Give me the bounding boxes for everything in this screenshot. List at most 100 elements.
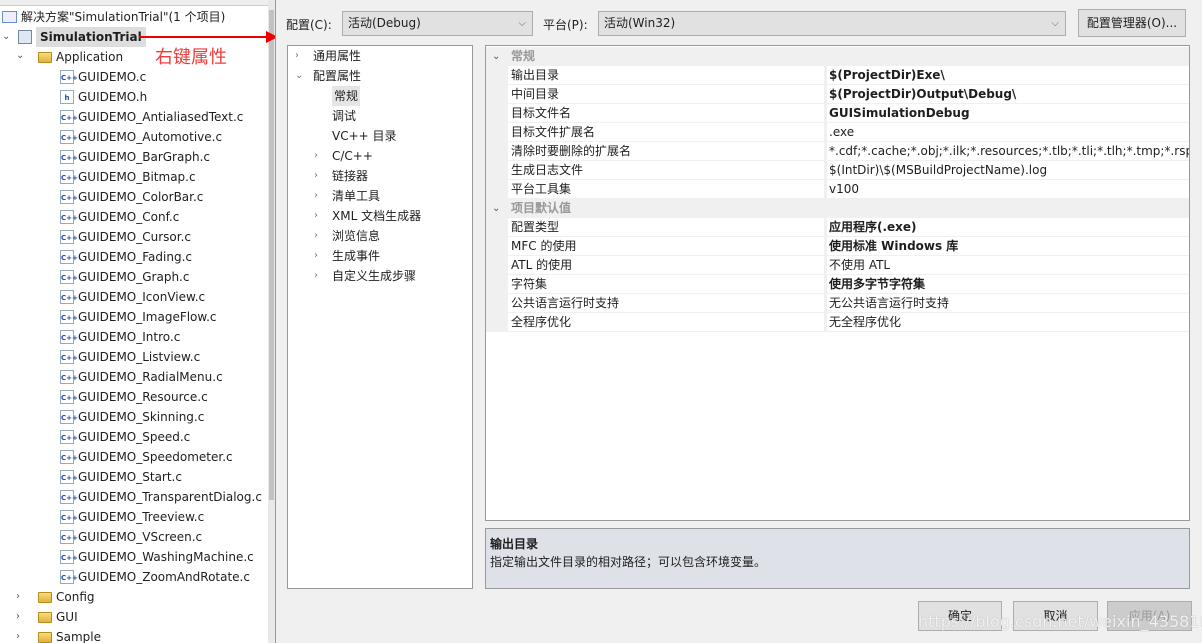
chevron-right-icon[interactable]: › bbox=[16, 591, 20, 602]
chevron-right-icon[interactable]: › bbox=[295, 46, 299, 66]
tree-item[interactable]: VC++ 目录 bbox=[332, 126, 397, 146]
tree-item[interactable]: › 自定义生成步骤 bbox=[314, 266, 416, 286]
property-value[interactable]: 使用标准 Windows 库 bbox=[827, 237, 1189, 255]
folder-application[interactable]: Application bbox=[38, 47, 123, 67]
tree-item[interactable]: › C/C++ bbox=[314, 146, 373, 166]
chevron-right-icon[interactable]: › bbox=[16, 611, 20, 622]
file-item[interactable]: C++ GUIDEMO_Cursor.c bbox=[60, 227, 191, 247]
property-value[interactable]: $(ProjectDir)Output\Debug\ bbox=[827, 85, 1189, 103]
chevron-right-icon[interactable]: › bbox=[314, 206, 318, 226]
tree-item-label: 配置属性 bbox=[313, 69, 362, 83]
property-name: 配置类型 bbox=[508, 218, 824, 236]
file-item[interactable]: C++ GUIDEMO_WashingMachine.c bbox=[60, 547, 254, 567]
property-row[interactable]: 平台工具集 v100 bbox=[486, 180, 1189, 199]
file-item[interactable]: C++ GUIDEMO_AntialiasedText.c bbox=[60, 107, 243, 127]
cpp-file-icon: C++ bbox=[60, 250, 78, 264]
property-row[interactable]: 字符集 使用多字节字符集 bbox=[486, 275, 1189, 294]
file-item[interactable]: C++ GUIDEMO_BarGraph.c bbox=[60, 147, 210, 167]
file-item[interactable]: C++ GUIDEMO_Listview.c bbox=[60, 347, 200, 367]
property-value[interactable]: $(IntDir)\$(MSBuildProjectName).log bbox=[827, 161, 1189, 179]
file-item[interactable]: C++ GUIDEMO_Automotive.c bbox=[60, 127, 222, 147]
file-item[interactable]: C++ GUIDEMO_ImageFlow.c bbox=[60, 307, 217, 327]
property-name: MFC 的使用 bbox=[508, 237, 824, 255]
property-row[interactable]: 输出目录 $(ProjectDir)Exe\ bbox=[486, 66, 1189, 85]
file-item[interactable]: C++ GUIDEMO.c bbox=[60, 67, 146, 87]
property-value[interactable]: 使用多字节字符集 bbox=[827, 275, 1189, 293]
config-select[interactable]: 活动(Debug) ⌵ bbox=[342, 11, 533, 36]
solution-node[interactable]: 解决方案"SimulationTrial"(1 个项目) bbox=[2, 7, 225, 27]
property-row[interactable]: ATL 的使用 不使用 ATL bbox=[486, 256, 1189, 275]
property-row[interactable]: 目标文件扩展名 .exe bbox=[486, 123, 1189, 142]
vertical-scrollbar[interactable] bbox=[268, 0, 275, 643]
file-item[interactable]: C++ GUIDEMO_RadialMenu.c bbox=[60, 367, 223, 387]
chevron-down-icon[interactable]: ⌄ bbox=[492, 199, 500, 218]
property-value[interactable]: *.cdf;*.cache;*.obj;*.ilk;*.resources;*.… bbox=[827, 142, 1189, 160]
property-value[interactable]: GUISimulationDebug bbox=[827, 104, 1189, 122]
file-item[interactable]: C++ GUIDEMO_Bitmap.c bbox=[60, 167, 196, 187]
chevron-right-icon[interactable]: › bbox=[314, 186, 318, 206]
tree-item[interactable]: ⌄ 配置属性 bbox=[295, 66, 362, 86]
folder-item[interactable]: Sample bbox=[38, 627, 101, 643]
file-item[interactable]: h GUIDEMO.h bbox=[60, 87, 147, 107]
property-row[interactable]: 中间目录 $(ProjectDir)Output\Debug\ bbox=[486, 85, 1189, 104]
chevron-right-icon[interactable]: › bbox=[16, 631, 20, 642]
file-item[interactable]: C++ GUIDEMO_Graph.c bbox=[60, 267, 189, 287]
property-row[interactable]: 目标文件名 GUISimulationDebug bbox=[486, 104, 1189, 123]
file-item[interactable]: C++ GUIDEMO_Fading.c bbox=[60, 247, 192, 267]
file-item[interactable]: C++ GUIDEMO_Resource.c bbox=[60, 387, 208, 407]
cpp-file-icon: C++ bbox=[60, 430, 78, 444]
category-row[interactable]: ⌄ 项目默认值 bbox=[486, 199, 1189, 218]
property-value[interactable]: $(ProjectDir)Exe\ bbox=[827, 66, 1189, 84]
property-row[interactable]: 全程序优化 无全程序优化 bbox=[486, 313, 1189, 332]
property-row[interactable]: 清除时要删除的扩展名 *.cdf;*.cache;*.obj;*.ilk;*.re… bbox=[486, 142, 1189, 161]
property-row[interactable]: 公共语言运行时支持 无公共语言运行时支持 bbox=[486, 294, 1189, 313]
folder-item[interactable]: GUI bbox=[38, 607, 78, 627]
tree-item[interactable]: › 通用属性 bbox=[295, 46, 361, 66]
property-row[interactable]: 生成日志文件 $(IntDir)\$(MSBuildProjectName).lo… bbox=[486, 161, 1189, 180]
file-item[interactable]: C++ GUIDEMO_ZoomAndRotate.c bbox=[60, 567, 250, 587]
chevron-down-icon[interactable]: ⌄ bbox=[2, 31, 10, 42]
file-item[interactable]: C++ GUIDEMO_Treeview.c bbox=[60, 507, 204, 527]
file-item[interactable]: C++ GUIDEMO_Speedometer.c bbox=[60, 447, 233, 467]
chevron-right-icon[interactable]: › bbox=[314, 266, 318, 286]
tree-item-label: 浏览信息 bbox=[332, 229, 381, 243]
tree-item[interactable]: › 生成事件 bbox=[314, 246, 380, 266]
chevron-right-icon[interactable]: › bbox=[314, 226, 318, 246]
config-manager-button[interactable]: 配置管理器(O)... bbox=[1078, 9, 1186, 37]
file-item[interactable]: C++ GUIDEMO_VScreen.c bbox=[60, 527, 202, 547]
property-value[interactable]: 应用程序(.exe) bbox=[827, 218, 1189, 236]
tree-item[interactable]: › 浏览信息 bbox=[314, 226, 381, 246]
property-value[interactable]: 无全程序优化 bbox=[827, 313, 1189, 331]
scrollbar-thumb[interactable] bbox=[269, 10, 274, 500]
file-item[interactable]: C++ GUIDEMO_ColorBar.c bbox=[60, 187, 203, 207]
file-item[interactable]: C++ GUIDEMO_Start.c bbox=[60, 467, 182, 487]
category-row[interactable]: ⌄ 常规 bbox=[486, 47, 1189, 66]
tree-item[interactable]: › 链接器 bbox=[314, 166, 368, 186]
property-row[interactable]: 配置类型 应用程序(.exe) bbox=[486, 218, 1189, 237]
chevron-down-icon[interactable]: ⌄ bbox=[295, 66, 303, 86]
file-item[interactable]: C++ GUIDEMO_IconView.c bbox=[60, 287, 205, 307]
platform-select[interactable]: 活动(Win32) ⌵ bbox=[598, 11, 1066, 36]
file-item[interactable]: C++ GUIDEMO_Intro.c bbox=[60, 327, 180, 347]
tree-item[interactable]: 调试 bbox=[332, 106, 356, 126]
tree-item[interactable]: 常规 bbox=[332, 86, 361, 106]
project-node[interactable]: SimulationTrial bbox=[18, 27, 146, 47]
property-value[interactable]: .exe bbox=[827, 123, 1189, 141]
file-label: GUIDEMO_Automotive.c bbox=[78, 130, 223, 144]
file-item[interactable]: C++ GUIDEMO_TransparentDialog.c bbox=[60, 487, 262, 507]
file-item[interactable]: C++ GUIDEMO_Skinning.c bbox=[60, 407, 204, 427]
property-row[interactable]: MFC 的使用 使用标准 Windows 库 bbox=[486, 237, 1189, 256]
file-item[interactable]: C++ GUIDEMO_Speed.c bbox=[60, 427, 190, 447]
chevron-down-icon[interactable]: ⌄ bbox=[16, 50, 24, 61]
file-item[interactable]: C++ GUIDEMO_Conf.c bbox=[60, 207, 179, 227]
chevron-down-icon[interactable]: ⌄ bbox=[492, 47, 500, 66]
folder-item[interactable]: Config bbox=[38, 587, 95, 607]
property-value[interactable]: 不使用 ATL bbox=[827, 256, 1189, 274]
tree-item[interactable]: › XML 文档生成器 bbox=[314, 206, 421, 226]
chevron-right-icon[interactable]: › bbox=[314, 146, 318, 166]
chevron-right-icon[interactable]: › bbox=[314, 246, 318, 266]
property-value[interactable]: 无公共语言运行时支持 bbox=[827, 294, 1189, 312]
chevron-right-icon[interactable]: › bbox=[314, 166, 318, 186]
tree-item[interactable]: › 清单工具 bbox=[314, 186, 380, 206]
property-value[interactable]: v100 bbox=[827, 180, 1189, 198]
